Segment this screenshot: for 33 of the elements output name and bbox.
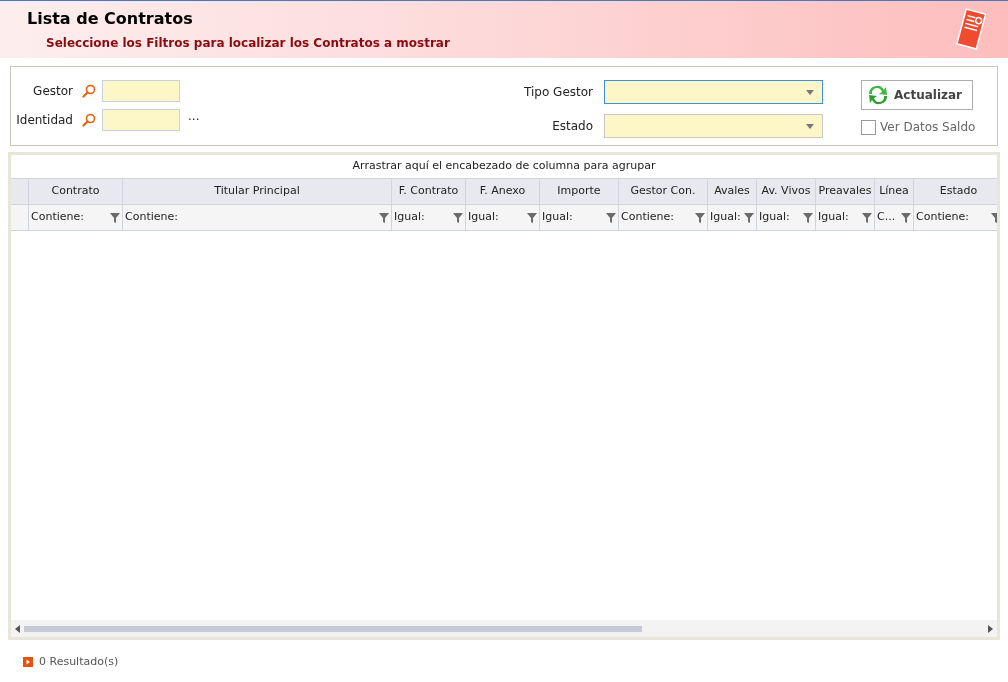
column-header[interactable]: Gestor Con. (619, 179, 708, 204)
more-button[interactable]: ··· (188, 115, 200, 125)
field-label: Tipo Gestor (523, 84, 593, 101)
filter-condition[interactable]: Igual: (394, 209, 425, 226)
filter-condition[interactable]: Contiene: (125, 209, 178, 226)
column-header[interactable]: Línea (875, 179, 914, 204)
column-header[interactable]: Estado (914, 179, 997, 204)
filter-condition[interactable]: Contiene: (916, 209, 969, 226)
field-label: Identidad (15, 112, 73, 129)
filter-condition[interactable]: Igual: (468, 209, 499, 226)
column-header[interactable]: Titular Principal (123, 179, 392, 204)
column-header[interactable]: Preavales (816, 179, 875, 204)
column-header[interactable]: Avales (708, 179, 757, 204)
column-header[interactable]: Contrato (29, 179, 123, 204)
filter-condition[interactable]: Igual: (542, 209, 573, 226)
refresh-button[interactable]: Actualizar (861, 80, 973, 110)
page-title: Lista de Contratos (27, 9, 194, 29)
checkbox-label: Ver Datos Saldo (880, 119, 976, 136)
filter-condition[interactable]: Contiene: (621, 209, 674, 226)
field-label: Estado (551, 118, 593, 135)
column-header[interactable]: F. Contrato (392, 179, 466, 204)
results-count: 0 Resultado(s) (39, 654, 119, 670)
filter-condition[interactable]: Contiene: (31, 209, 84, 226)
filter-condition[interactable]: Igual: (710, 209, 741, 226)
field-label: Gestor (32, 83, 73, 100)
column-header[interactable]: F. Anexo (466, 179, 540, 204)
group-hint: Arrastrar aquí el encabezado de columna para agrupar (352, 158, 656, 175)
filter-condition[interactable]: C... (877, 209, 896, 226)
column-header[interactable]: Importe (540, 179, 619, 204)
filter-condition[interactable]: Igual: (818, 209, 849, 226)
filter-condition[interactable]: Igual: (759, 209, 790, 226)
page-subtitle: Seleccione los Filtros para localizar los Contratos a mostrar (45, 35, 450, 52)
column-header[interactable]: Av. Vivos (757, 179, 816, 204)
